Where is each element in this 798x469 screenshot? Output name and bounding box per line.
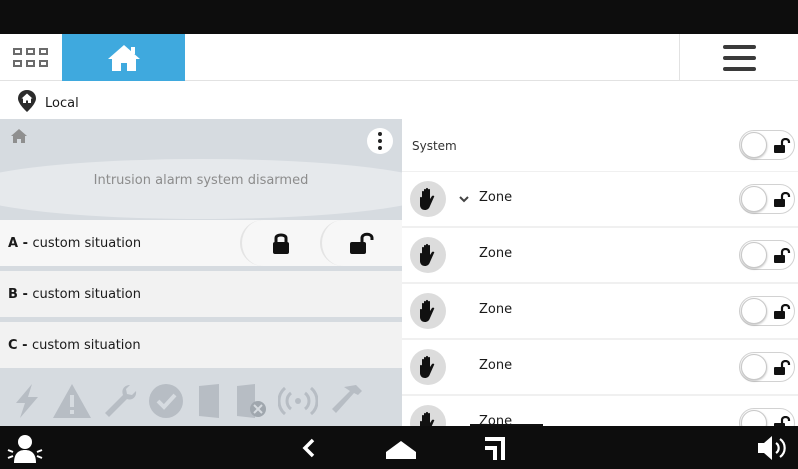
fault-icons-row [0, 375, 402, 426]
recents-button[interactable] [481, 434, 509, 462]
system-nav-bar [0, 426, 798, 469]
lock-icon [273, 233, 289, 254]
hand-icon-badge [410, 237, 446, 273]
apps-grid-button[interactable] [0, 34, 62, 81]
unlock-icon [774, 416, 791, 426]
panic-alarm-icon [7, 435, 43, 463]
home-tab[interactable] [62, 34, 185, 81]
divider [679, 34, 680, 81]
situation-label: custom situation [32, 286, 141, 302]
location-label: Local [45, 95, 79, 111]
zone-toggle[interactable] [739, 240, 795, 270]
location-bar: Local [0, 82, 798, 119]
more-options-button[interactable] [367, 128, 393, 154]
panic-button[interactable] [6, 432, 44, 464]
signal-icon [278, 386, 318, 415]
more-vert-icon [378, 132, 382, 136]
home-icon [107, 44, 140, 71]
situation-a[interactable]: A - custom situation [0, 220, 402, 266]
hand-icon-badge [410, 405, 446, 426]
situation-b[interactable]: B - custom situation [0, 271, 402, 317]
alarm-status-text: Intrusion alarm system disarmed [93, 173, 309, 188]
zone-toggle[interactable] [739, 296, 795, 326]
speaker-icon [758, 436, 786, 460]
system-row: System [402, 119, 798, 171]
chevron-down-icon[interactable] [459, 196, 469, 203]
situation-letter: A [8, 235, 19, 251]
situation-letter: C [8, 337, 18, 353]
hamburger-icon [723, 45, 756, 49]
zone-row[interactable]: Zone [402, 396, 798, 426]
zone-toggle[interactable] [739, 352, 795, 382]
hammer-icon [332, 384, 362, 413]
zone-label: Zone [479, 190, 513, 205]
unlock-icon [774, 138, 791, 153]
zone-label: Zone [479, 302, 513, 317]
warning-icon [53, 383, 91, 418]
situation-letter: B [8, 286, 18, 302]
zone-row[interactable]: Zone [402, 284, 798, 338]
zone-row[interactable]: Zone [402, 340, 798, 394]
volume-button[interactable] [757, 434, 789, 462]
zone-label: Zone [479, 246, 513, 261]
zone-toggle[interactable] [739, 408, 795, 426]
zone-row[interactable]: Zone [402, 172, 798, 226]
lightning-icon [16, 383, 38, 418]
recents-icon [485, 437, 505, 460]
arm-button[interactable] [240, 220, 320, 266]
zone-label: Zone [479, 358, 513, 373]
disarm-button[interactable] [320, 220, 402, 266]
alarm-status-header: Intrusion alarm system disarmed [0, 119, 402, 219]
unlock-icon [774, 304, 791, 319]
unlock-icon [774, 192, 791, 207]
menu-button[interactable] [723, 45, 756, 71]
hand-icon [420, 243, 435, 266]
hand-icon-badge [410, 181, 446, 217]
back-button[interactable] [298, 436, 320, 460]
unlock-icon [774, 360, 791, 375]
zones-panel: System Zone Zone Zone Zone Zone [402, 119, 798, 426]
zone-toggle[interactable] [739, 184, 795, 214]
hand-icon-badge [410, 293, 446, 329]
chevron-left-icon [302, 438, 315, 458]
door-icon [199, 383, 219, 418]
hand-icon [420, 411, 435, 426]
home-shape-icon [386, 441, 416, 459]
situation-c[interactable]: C - custom situation [0, 322, 402, 368]
app-window: Local Intrusion alarm system disarmed A … [0, 0, 798, 469]
home-icon [11, 129, 27, 143]
hand-icon [420, 187, 435, 210]
door-disabled-icon [237, 383, 266, 418]
unlock-icon [774, 248, 791, 263]
situation-label: custom situation [32, 337, 141, 353]
check-circle-icon [149, 383, 183, 418]
system-toggle[interactable] [739, 130, 795, 160]
alarm-panel: Intrusion alarm system disarmed A - cust… [0, 119, 402, 426]
status-bar [0, 0, 798, 34]
zone-row[interactable]: Zone [402, 228, 798, 282]
hand-icon [420, 355, 435, 378]
apps-grid-icon [13, 48, 22, 55]
system-label: System [412, 139, 457, 153]
location-pin-icon [18, 89, 36, 112]
home-nav-button[interactable] [384, 438, 418, 462]
unlock-icon [350, 232, 374, 254]
hand-icon-badge [410, 349, 446, 385]
wrench-icon [105, 384, 137, 417]
hand-icon [420, 299, 435, 322]
situation-label: custom situation [32, 235, 142, 251]
top-bar [0, 34, 798, 81]
